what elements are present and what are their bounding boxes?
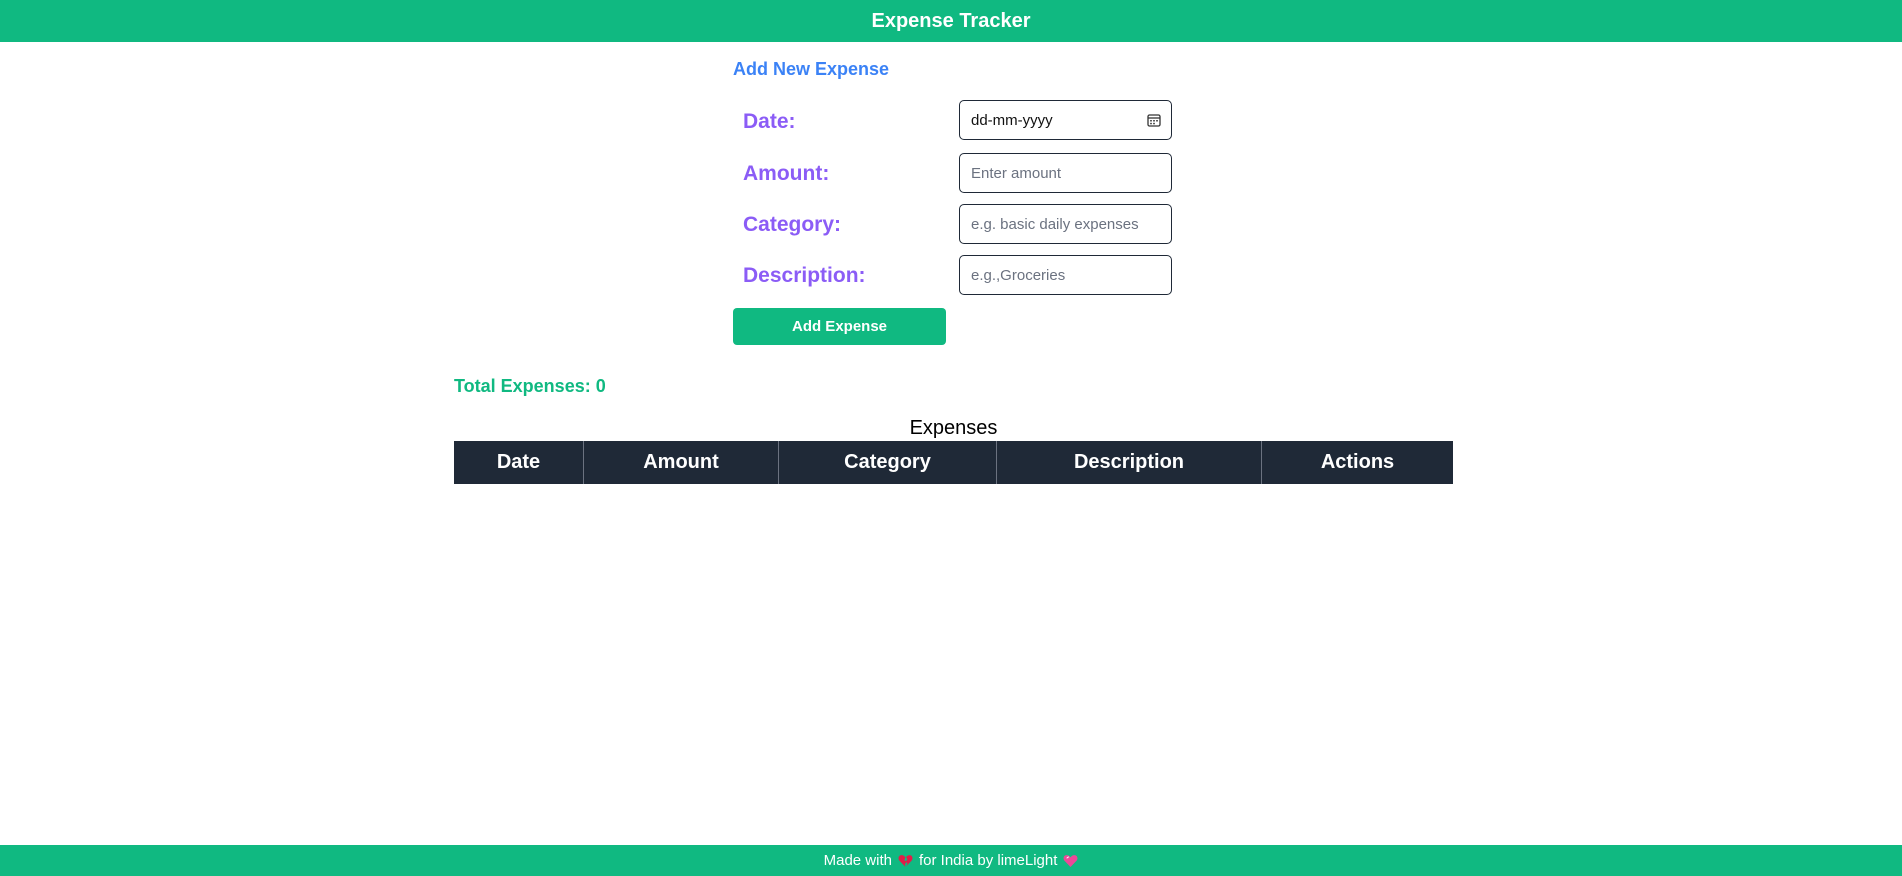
footer: Made with for India by limeLight bbox=[0, 845, 1902, 876]
footer-text: for India by limeLight bbox=[918, 852, 1058, 869]
description-label: Description: bbox=[743, 264, 866, 287]
description-input-placeholder: e.g.,Groceries bbox=[971, 266, 1066, 284]
amount-input-placeholder: Enter amount bbox=[971, 164, 1062, 182]
heart-icon bbox=[1063, 854, 1078, 868]
amount-input[interactable]: Enter amount bbox=[959, 153, 1172, 193]
date-label: Date: bbox=[743, 110, 796, 133]
column-header-amount: Amount bbox=[584, 441, 779, 484]
app-header: Expense Tracker bbox=[0, 0, 1902, 42]
expenses-table-header: Date Amount Category Description Actions bbox=[454, 441, 1453, 484]
column-header-description: Description bbox=[997, 441, 1262, 484]
add-expense-heading: Add New Expense bbox=[733, 59, 890, 79]
date-input[interactable]: dd-mm-yyyy bbox=[959, 100, 1172, 140]
column-header-actions: Actions bbox=[1320, 451, 1395, 473]
footer-prefix: Made with bbox=[823, 852, 892, 869]
category-label: Category: bbox=[743, 213, 842, 236]
calendar-icon[interactable] bbox=[1147, 113, 1161, 127]
app-title: Expense Tracker bbox=[871, 9, 1031, 32]
total-expenses: Total Expenses: 0 bbox=[454, 376, 606, 396]
date-input-value: dd-mm-yyyy bbox=[971, 111, 1053, 129]
add-expense-button[interactable]: Add Expense bbox=[733, 308, 946, 345]
category-input[interactable]: e.g. basic daily expenses bbox=[959, 204, 1172, 244]
broken-heart-icon bbox=[898, 854, 913, 868]
amount-label: Amount: bbox=[743, 162, 830, 185]
column-header-date: Date bbox=[454, 441, 584, 484]
description-input[interactable]: e.g.,Groceries bbox=[959, 255, 1172, 295]
category-input-placeholder: e.g. basic daily expenses bbox=[971, 215, 1139, 233]
column-header-category: Category bbox=[779, 441, 997, 484]
table-caption: Expenses bbox=[909, 417, 998, 439]
